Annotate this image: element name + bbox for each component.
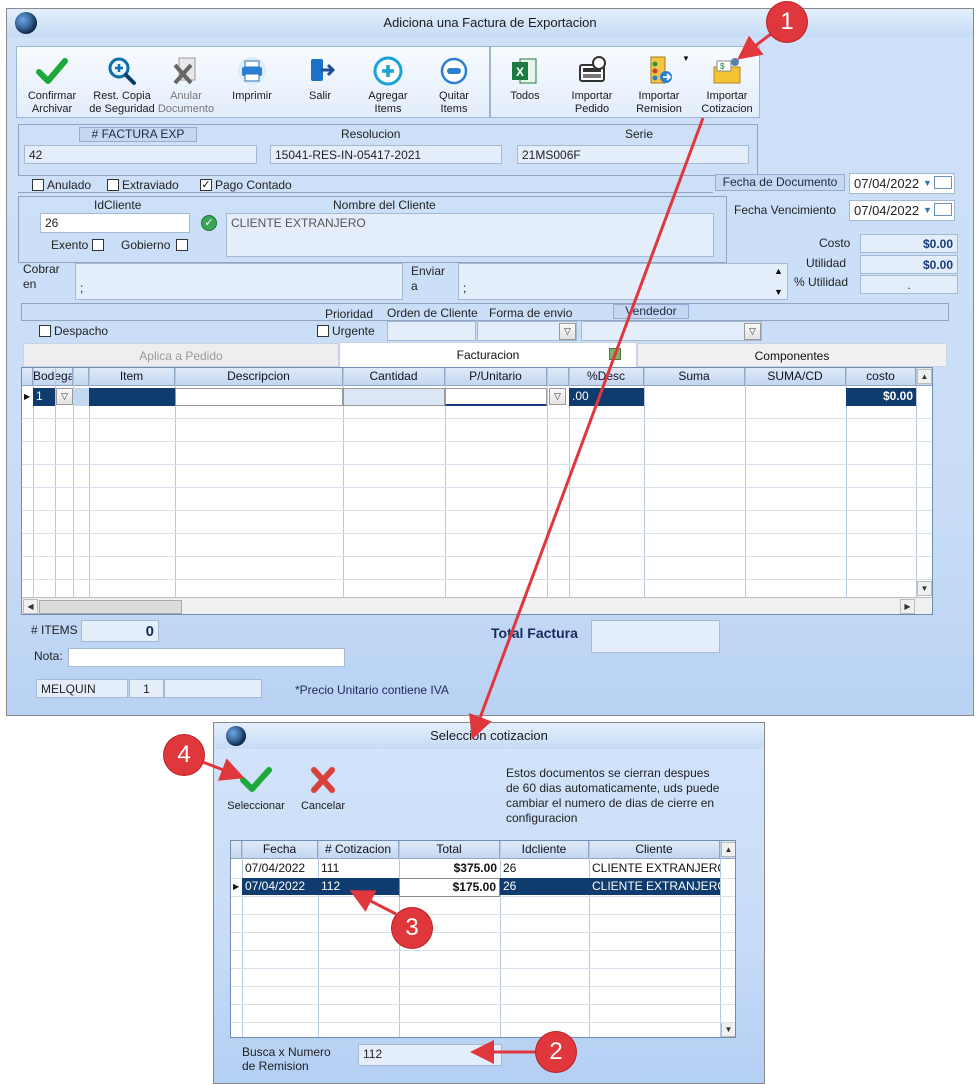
annotation-badge-3: 3	[392, 908, 432, 948]
annotation-badge-4: 4	[164, 735, 204, 775]
annotation-arrows	[199, 28, 777, 1064]
annotation-badge-1: 1	[767, 2, 807, 42]
annotation-badge-2: 2	[536, 1032, 576, 1072]
